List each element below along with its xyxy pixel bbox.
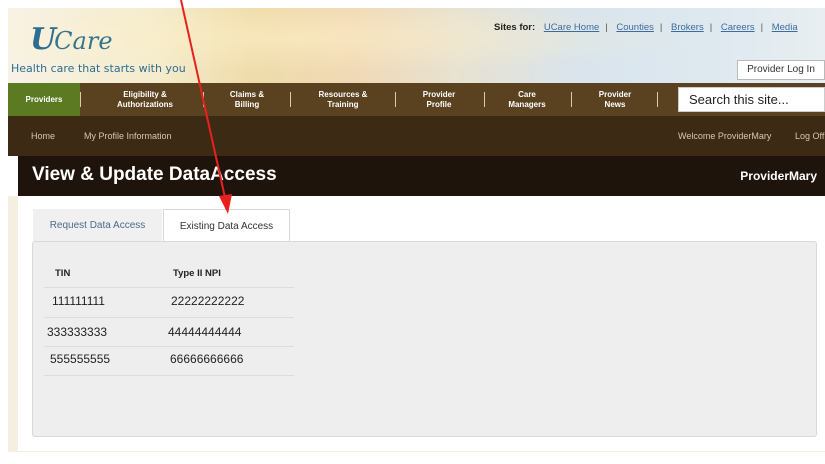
logo-text: Care: [54, 27, 113, 55]
subnav-profile-info[interactable]: My Profile Information: [84, 131, 172, 141]
table-cell-tin: 555555555: [50, 352, 111, 366]
sites-for-bar: Sites for: UCare Home | Counties | Brokers…: [494, 22, 798, 33]
current-user: ProviderMary: [740, 169, 817, 183]
sites-for-label: Sites for:: [494, 22, 536, 33]
logoff-link[interactable]: Log Off: [795, 131, 824, 141]
link-counties[interactable]: Counties: [616, 22, 654, 33]
tab-request-data-access[interactable]: Request Data Access: [33, 209, 162, 241]
nav-label: Provider: [598, 89, 632, 99]
nav-label: Provider: [422, 89, 456, 99]
link-careers[interactable]: Careers: [721, 22, 755, 33]
link-ucare-home[interactable]: UCare Home: [544, 22, 599, 33]
header-npi: Type II NPI: [173, 268, 221, 279]
nav-label: Care: [518, 89, 536, 99]
title-bar: View & Update DataAccess ProviderMary: [18, 156, 825, 196]
nav-provider-news[interactable]: Provider News: [572, 83, 658, 116]
nav-label: News: [604, 99, 626, 109]
page-title: View & Update DataAccess: [32, 164, 277, 185]
table-cell-npi: 44444444444: [168, 325, 242, 339]
table-cell-tin: 111111111: [52, 294, 105, 308]
nav-label: Claims &: [229, 89, 265, 99]
nav-label: Authorizations: [117, 99, 173, 109]
nav-resources[interactable]: Resources & Training: [291, 83, 395, 116]
table-cell-tin: 333333333: [47, 325, 108, 339]
nav-eligibility[interactable]: Eligibility & Authorizations: [90, 83, 200, 116]
search-input[interactable]: Search this site...: [678, 87, 825, 112]
subnav-home[interactable]: Home: [31, 131, 55, 141]
nav-providers[interactable]: Providers: [8, 83, 80, 116]
nav-label: Profile: [426, 99, 452, 109]
nav-label: Resources &: [318, 89, 368, 99]
page: { "brand": { "logo_u": "U", "logo_rest":…: [0, 0, 825, 464]
ucare-logo[interactable]: UCare: [30, 22, 113, 57]
logo-u: U: [30, 22, 57, 57]
table-cell-npi: 66666666666: [170, 352, 244, 366]
tab-existing-data-access[interactable]: Existing Data Access: [163, 209, 290, 242]
link-media[interactable]: Media: [772, 22, 798, 33]
data-access-panel: [32, 241, 817, 437]
header-tin: TIN: [55, 268, 71, 279]
nav-care-managers[interactable]: Care Managers: [485, 83, 569, 116]
table-cell-npi: 22222222222: [171, 294, 245, 308]
link-brokers[interactable]: Brokers: [671, 22, 704, 33]
provider-login-button[interactable]: Provider Log In: [737, 60, 825, 80]
nav-provider-profile[interactable]: Provider Profile: [396, 83, 482, 116]
nav-label: Providers: [25, 94, 63, 104]
nav-claims[interactable]: Claims & Billing: [204, 83, 290, 116]
site-header: UCare Health care that starts with you S…: [8, 8, 825, 83]
nav-label: Training: [327, 99, 359, 109]
tagline: Health care that starts with you: [11, 62, 186, 75]
sub-nav: Home My Profile Information Welcome Prov…: [8, 116, 825, 156]
nav-label: Managers: [508, 99, 546, 109]
main-nav: Providers Eligibility & Authorizations Cl…: [8, 83, 825, 116]
nav-label: Billing: [234, 99, 260, 109]
nav-label: Eligibility &: [123, 89, 167, 99]
welcome-text: Welcome ProviderMary: [678, 131, 772, 141]
